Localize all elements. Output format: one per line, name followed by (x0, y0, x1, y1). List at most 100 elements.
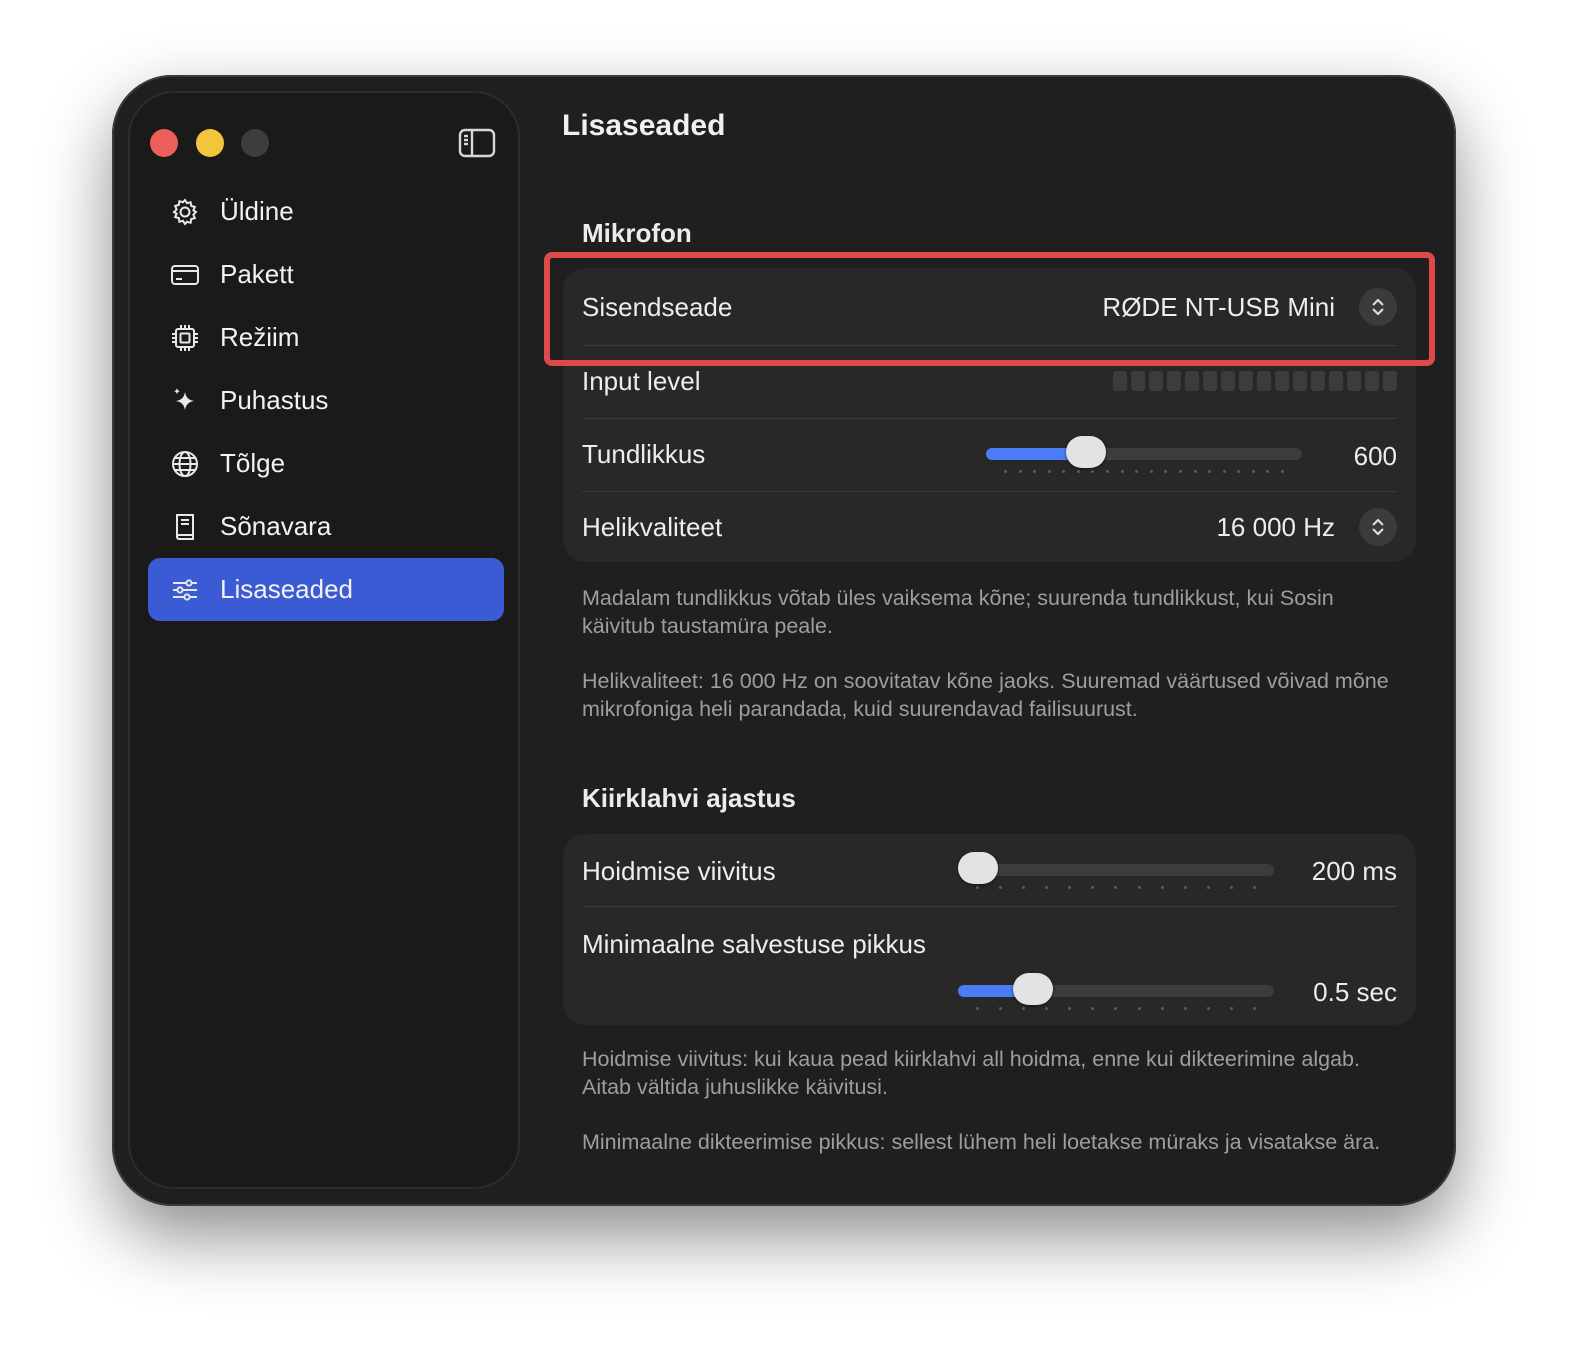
slider-tick (1178, 470, 1182, 473)
zoom-button[interactable] (241, 129, 269, 157)
slider-thumb[interactable] (958, 852, 998, 884)
section-title-hotkey: Kiirklahvi ajastus (582, 783, 796, 813)
slider-tick (1193, 470, 1197, 473)
row-divider (582, 491, 1397, 492)
slider-tick (1183, 886, 1187, 889)
level-segment (1221, 371, 1235, 391)
sidebar-item-general[interactable]: Üldine (148, 180, 504, 243)
slider-tick (1114, 886, 1118, 889)
hotkey-card: Hoidmise viivitus 200 ms Minimaalne salv… (563, 834, 1416, 1025)
level-segment (1167, 371, 1181, 391)
level-segment (1329, 371, 1343, 391)
slider-tick (1114, 1007, 1118, 1010)
main-content: Lisaseaded Mikrofon Sisendseade RØDE NT-… (542, 75, 1456, 1206)
input-level-label: Input level (582, 365, 701, 396)
slider-tick (1047, 470, 1051, 473)
sidebar-toggle-icon[interactable] (458, 128, 496, 158)
sidebar-item-label: Sõnavara (220, 511, 332, 541)
level-segment (1185, 371, 1199, 391)
audio-quality-stepper[interactable] (1359, 508, 1397, 546)
slider-tick (1251, 470, 1255, 473)
settings-window: Üldine Pakett Režiim Puhastus Tõlge Sõna… (112, 75, 1456, 1206)
sidebar-item-mode[interactable]: Režiim (148, 306, 504, 369)
slider-tick (999, 886, 1003, 889)
level-segment (1203, 371, 1217, 391)
slider-tick (1091, 1007, 1095, 1010)
min-length-row: Minimaalne salvestuse pikkus (582, 919, 1397, 969)
hold-delay-slider[interactable] (958, 850, 1274, 890)
slider-ticks (1004, 470, 1284, 473)
slider-thumb[interactable] (1066, 436, 1107, 468)
level-segment (1383, 371, 1397, 391)
slider-tick (1252, 886, 1256, 889)
min-length-slider[interactable] (958, 971, 1274, 1011)
slider-tick (1252, 1007, 1256, 1010)
slider-tick (1045, 886, 1049, 889)
slider-ticks (976, 886, 1256, 889)
slider-tick (1237, 470, 1241, 473)
slider-tick (1206, 1007, 1210, 1010)
level-segment (1347, 371, 1361, 391)
slider-tick (1149, 470, 1153, 473)
microphone-note-quality: Helikvaliteet: 16 000 Hz on soovitatav k… (582, 669, 1389, 721)
slider-ticks (976, 1007, 1256, 1010)
hotkey-note-min-length: Minimaalne dikteerimise pikkus: sellest … (582, 1130, 1381, 1154)
slider-tick (1229, 1007, 1233, 1010)
sidebar-item-label: Üldine (220, 196, 294, 226)
sidebar-item-cleanup[interactable]: Puhastus (148, 369, 504, 432)
gear-icon (170, 197, 200, 227)
sidebar-item-label: Puhastus (220, 385, 329, 415)
slider-tick (976, 1007, 979, 1010)
sidebar-nav: Üldine Pakett Režiim Puhastus Tõlge Sõna… (148, 180, 504, 621)
slider-tick (976, 886, 979, 889)
slider-tick (1091, 886, 1095, 889)
level-segment (1365, 371, 1379, 391)
input-device-value[interactable]: RØDE NT-USB Mini (1102, 292, 1335, 323)
min-length-value: 0.5 sec (1313, 977, 1397, 1007)
input-device-stepper[interactable] (1359, 288, 1397, 326)
slider-tick (1229, 886, 1233, 889)
level-segment (1239, 371, 1253, 391)
input-level-meter (1113, 371, 1397, 391)
slider-tick (1135, 470, 1139, 473)
level-segment (1275, 371, 1289, 391)
audio-quality-row: Helikvaliteet 16 000 Hz (582, 502, 1397, 552)
input-device-row: Sisendseade RØDE NT-USB Mini (582, 282, 1397, 332)
slider-tick (1222, 470, 1226, 473)
sparkles-icon (170, 386, 200, 416)
slider-tick (1068, 886, 1072, 889)
slider-tick (1033, 470, 1037, 473)
sidebar: Üldine Pakett Režiim Puhastus Tõlge Sõna… (128, 91, 520, 1189)
audio-quality-value[interactable]: 16 000 Hz (1216, 512, 1335, 543)
credit-card-icon (170, 260, 200, 290)
hold-delay-label: Hoidmise viivitus (582, 855, 776, 886)
slider-thumb[interactable] (1013, 973, 1054, 1005)
minimize-button[interactable] (196, 129, 224, 157)
chevron-up-down-icon (1372, 298, 1384, 316)
section-title-microphone: Mikrofon (582, 218, 692, 248)
slider-tick (999, 1007, 1003, 1010)
sidebar-item-label: Tõlge (220, 448, 286, 478)
slider-tick (1160, 886, 1164, 889)
slider-tick (1164, 470, 1168, 473)
close-button[interactable] (150, 129, 178, 157)
slider-tick (1091, 470, 1095, 473)
cpu-chip-icon (170, 323, 200, 353)
input-device-label: Sisendseade (582, 291, 733, 322)
page-title: Lisaseaded (562, 109, 726, 142)
level-segment (1149, 371, 1163, 391)
sidebar-item-advanced[interactable]: Lisaseaded (148, 558, 504, 621)
chevron-up-down-icon (1372, 518, 1384, 536)
slider-tick (1280, 470, 1284, 473)
microphone-card: Sisendseade RØDE NT-USB Mini Input level (563, 268, 1416, 562)
sidebar-item-plan[interactable]: Pakett (148, 243, 504, 306)
min-length-label: Minimaalne salvestuse pikkus (582, 928, 926, 959)
slider-tick (1018, 470, 1022, 473)
level-segment (1131, 371, 1145, 391)
sensitivity-slider[interactable] (986, 434, 1302, 474)
sidebar-item-vocabulary[interactable]: Sõnavara (148, 495, 504, 558)
sidebar-item-label: Režiim (220, 322, 300, 352)
slider-tick (1045, 1007, 1049, 1010)
row-divider (582, 418, 1397, 419)
sidebar-item-translation[interactable]: Tõlge (148, 432, 504, 495)
